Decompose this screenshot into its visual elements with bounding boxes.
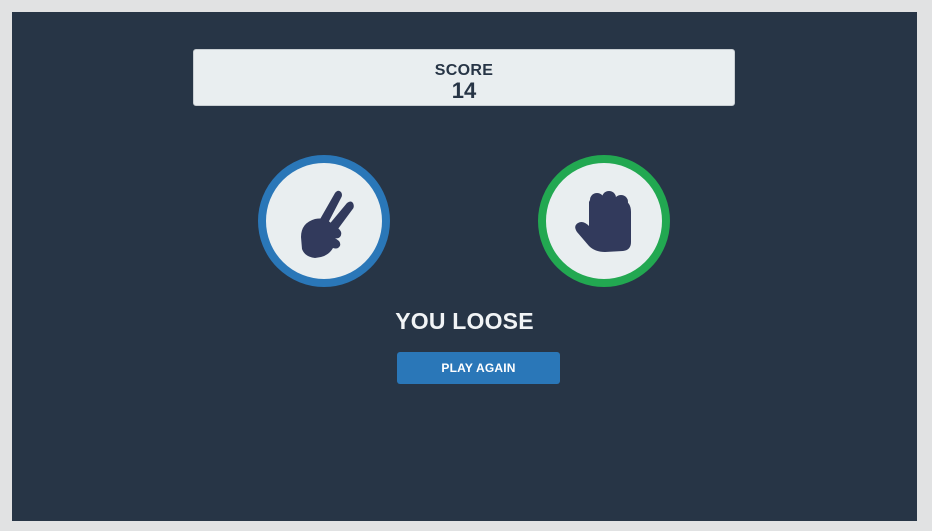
rock-fist-icon (575, 191, 631, 252)
player-choice (258, 155, 390, 287)
score-value: 14 (451, 78, 477, 103)
play-again-button[interactable]: PLAY AGAIN (397, 352, 560, 384)
result-text: YOU LOOSE (395, 308, 534, 334)
score-panel: SCORE 14 (193, 49, 735, 106)
house-choice (538, 155, 670, 287)
game-board: SCORE 14 YOU LOOSE PLAY AGAIN (12, 12, 917, 521)
scissors-hand-icon (301, 190, 354, 258)
